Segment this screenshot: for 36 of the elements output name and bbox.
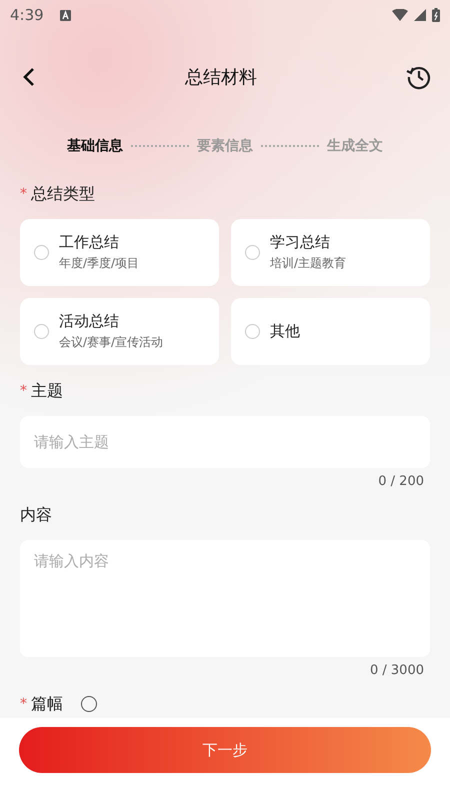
radio-button[interactable]	[34, 324, 49, 339]
radio-button[interactable]	[34, 245, 49, 260]
required-mark: *	[20, 383, 27, 399]
field-label: 总结类型	[31, 184, 95, 204]
topic-input[interactable]: 请输入主题	[20, 416, 430, 468]
status-time: 4:39	[10, 6, 44, 24]
option-card[interactable]: 工作总结 年度/季度/项目	[20, 219, 219, 286]
char-counter: 0 / 3000	[370, 663, 424, 678]
char-counter: 0 / 200	[378, 474, 424, 489]
radio-button[interactable]	[245, 324, 260, 339]
option-title: 其他	[270, 322, 300, 341]
field-label: 主题	[31, 380, 63, 402]
back-icon[interactable]	[22, 67, 36, 87]
page-title: 总结材料	[185, 66, 257, 89]
signal-icon	[414, 9, 426, 21]
battery-icon	[432, 8, 440, 22]
wifi-icon	[392, 9, 408, 21]
content-textarea[interactable]: 请输入内容	[20, 540, 430, 657]
step-tab[interactable]: 基础信息	[67, 137, 123, 155]
option-title: 活动总结	[59, 312, 120, 331]
keyboard-icon	[60, 10, 71, 20]
history-icon[interactable]	[406, 64, 432, 90]
option-title: 学习总结	[270, 233, 331, 252]
required-mark: *	[20, 186, 27, 202]
radio-button[interactable]	[245, 245, 260, 260]
option-subtitle: 会议/赛事/宣传活动	[59, 334, 164, 351]
option-card[interactable]: 活动总结 会议/赛事/宣传活动	[20, 298, 219, 365]
option-subtitle: 年度/季度/项目	[59, 255, 140, 272]
option-card[interactable]: 其他	[231, 298, 430, 365]
field-label: 篇幅	[31, 694, 63, 714]
field-label: 内容	[20, 504, 52, 526]
option-title: 工作总结	[59, 233, 120, 252]
required-mark: *	[20, 696, 27, 712]
option-subtitle: 培训/主题教育	[270, 255, 346, 272]
option-card[interactable]: 学习总结 培训/主题教育	[231, 219, 430, 286]
next-button[interactable]: 下一步	[19, 727, 431, 773]
